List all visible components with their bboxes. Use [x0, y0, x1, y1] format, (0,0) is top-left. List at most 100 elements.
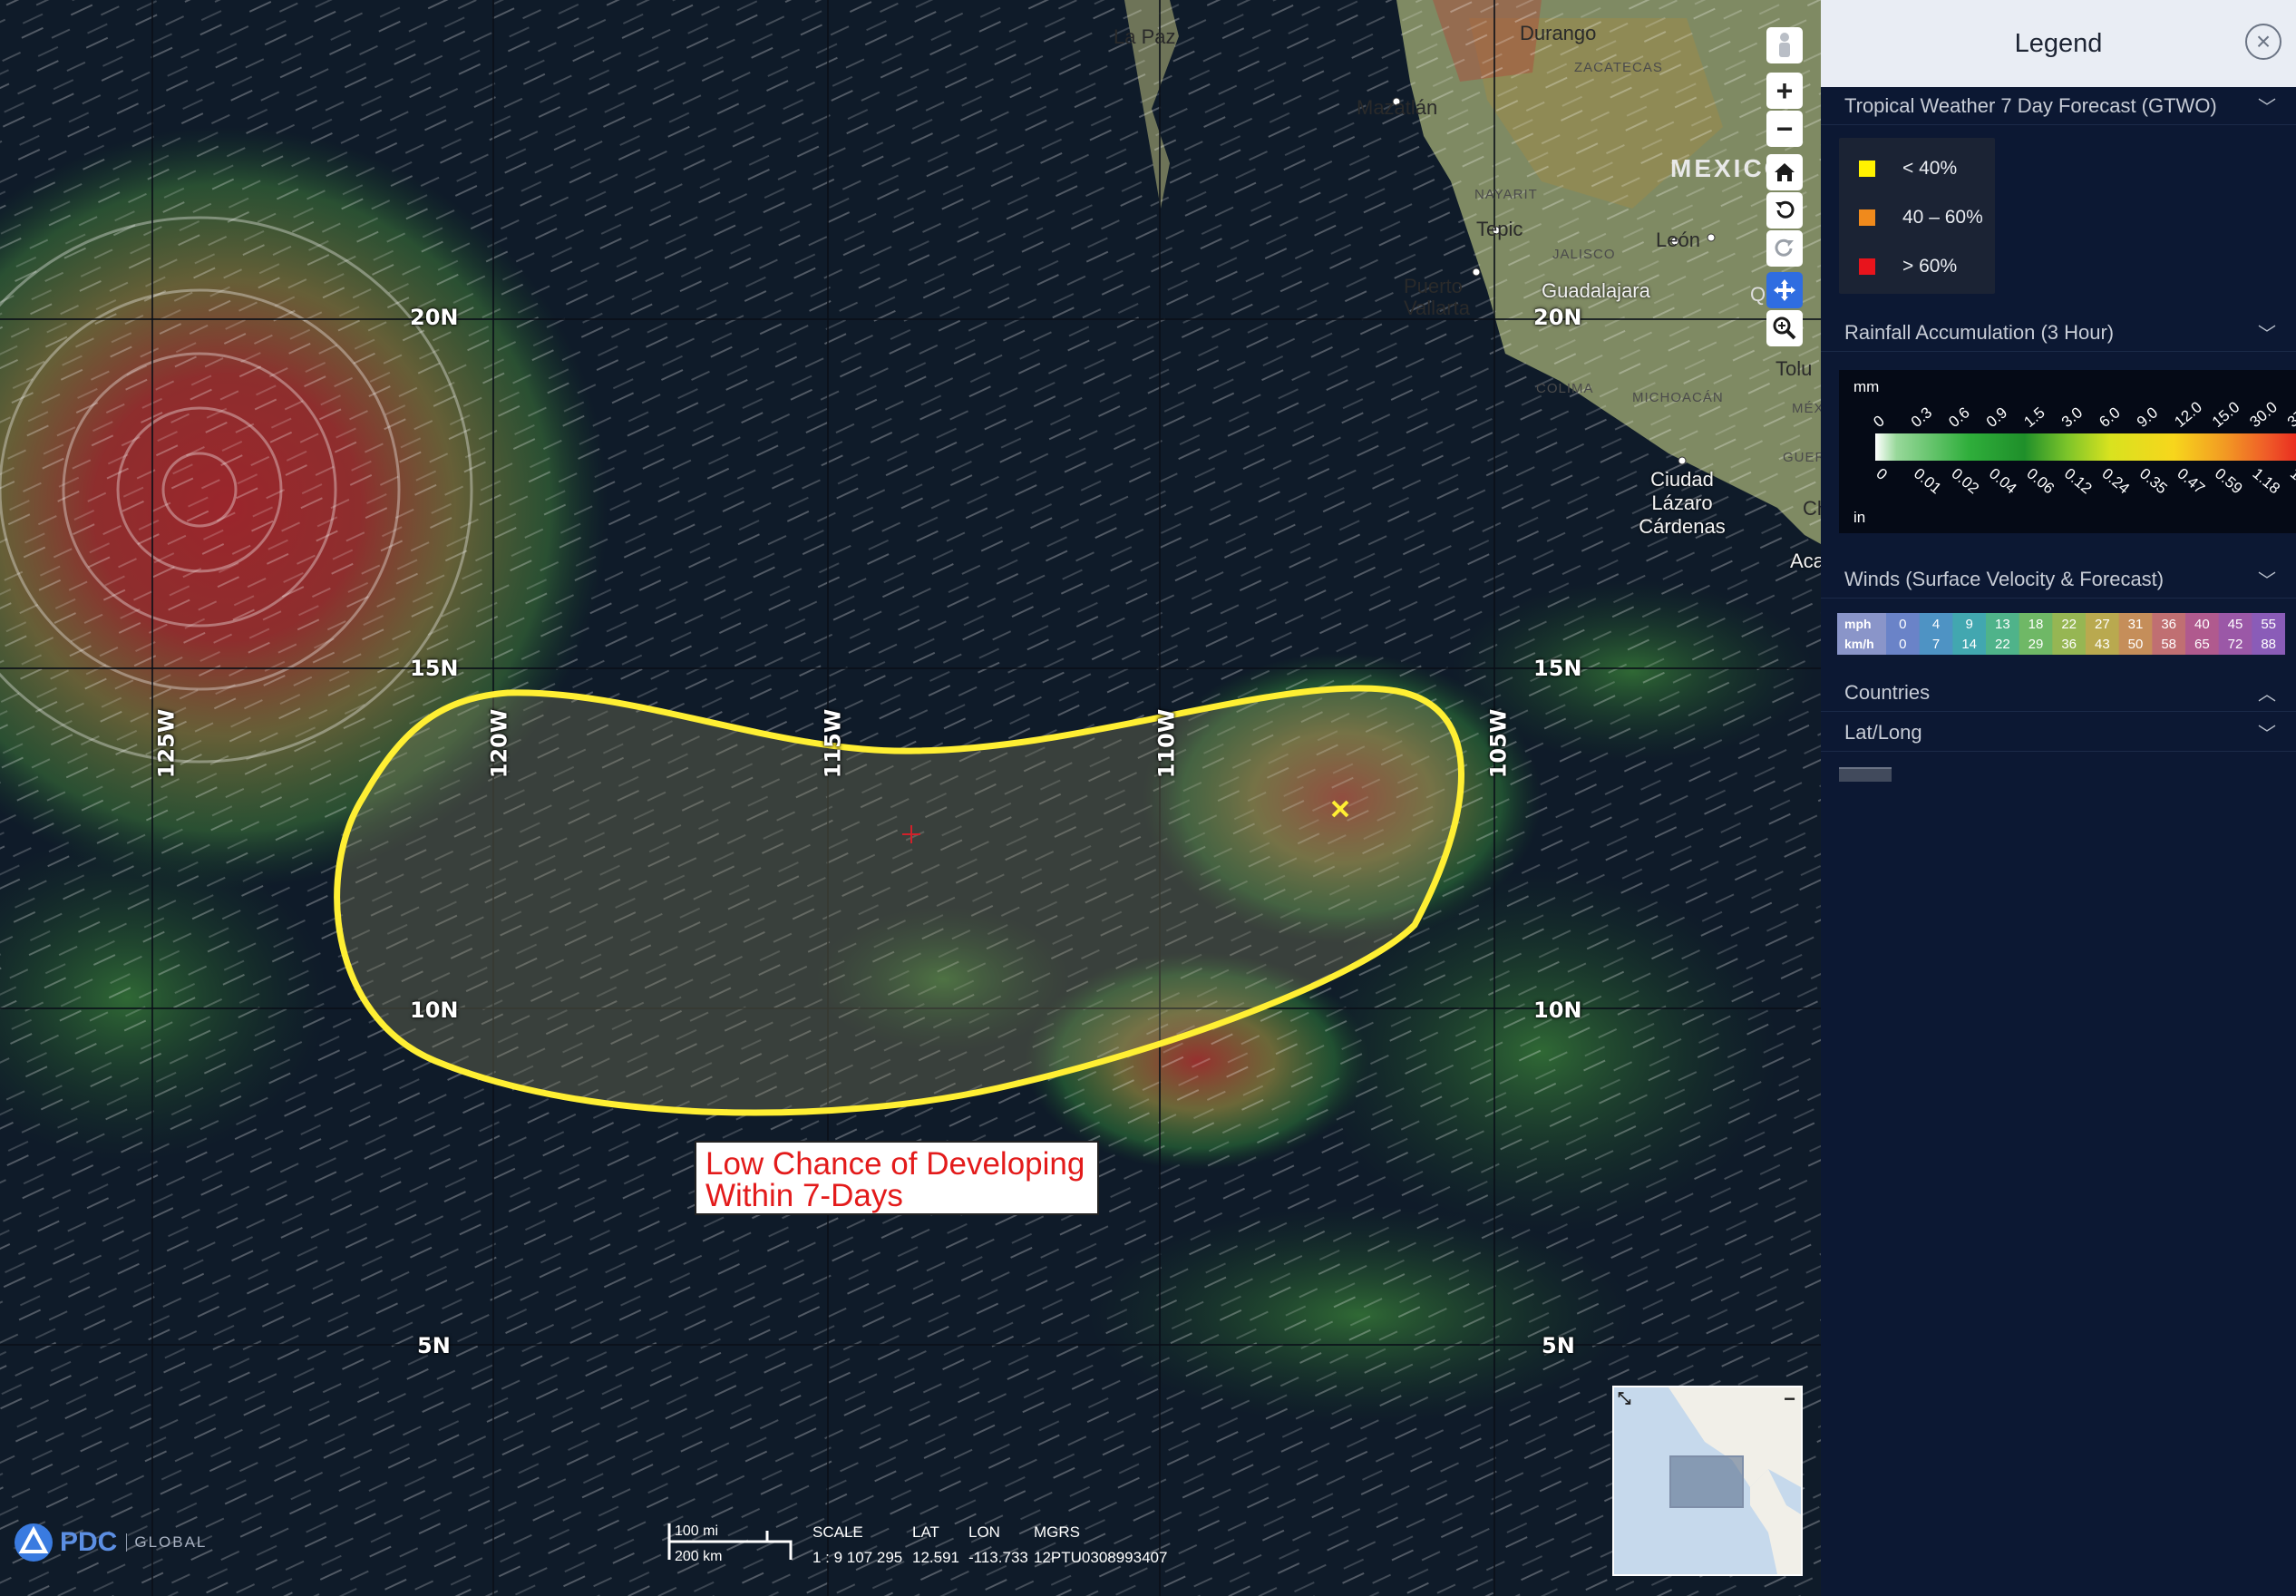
- place-zacatecas: ZACATECAS: [1574, 60, 1663, 75]
- wind-mph-value-9: 40: [2194, 617, 2210, 632]
- wind-kmh-value-9: 65: [2194, 637, 2210, 652]
- legend-header: Legend ×: [1821, 0, 2296, 87]
- status-scale-value: 1 : 9 107 295: [812, 1549, 903, 1566]
- zoom-out-button[interactable]: −: [1766, 111, 1803, 147]
- legend-section-latlong[interactable]: Lat/Long ﹀: [1821, 714, 2296, 752]
- overview-minimap[interactable]: ⤡ −: [1612, 1386, 1803, 1576]
- legend-section-rainfall[interactable]: Rainfall Accumulation (3 Hour) ﹀: [1821, 314, 2296, 352]
- rain-mm-tick-9: 15.0: [2209, 398, 2243, 431]
- lat-label-10n-west: 10N: [410, 998, 459, 1023]
- place-guerrero: GUER: [1783, 450, 1821, 465]
- rainfall-colorbar: mm 0 0.3 0.6 0.9 1.5 3.0 6.0 9.0 12.0 15.0 30.0 37.…: [1839, 370, 2296, 533]
- section-label: Tropical Weather 7 Day Forecast (GTWO): [1844, 93, 2217, 117]
- rain-in-tick-8: 0.47: [2174, 465, 2208, 498]
- legend-section-winds[interactable]: Winds (Surface Velocity & Forecast) ﹀: [1821, 560, 2296, 598]
- rain-mm-tick-4: 1.5: [2020, 404, 2048, 431]
- rain-in-tick-7: 0.35: [2136, 465, 2171, 498]
- legend-section-gtwo[interactable]: Tropical Weather 7 Day Forecast (GTWO) ﹀: [1821, 87, 2296, 125]
- section-label: Lat/Long: [1844, 720, 1922, 744]
- rain-in-tick-9: 0.59: [2212, 465, 2246, 498]
- gtwo-row-medium: 40 – 60%: [1859, 207, 1983, 229]
- chevron-down-icon[interactable]: ﹀: [2258, 566, 2276, 592]
- scale-km: 200 km: [675, 1549, 723, 1564]
- rain-unit-mm: mm: [1853, 378, 1879, 395]
- wind-mph-value-1: 4: [1932, 617, 1940, 632]
- wind-kmh-value-2: 14: [1961, 637, 1977, 652]
- rain-mm-tick-11: 37.5: [2284, 398, 2296, 431]
- wind-kmh-value-4: 29: [2028, 637, 2044, 652]
- place-mex: MÉX: [1792, 401, 1821, 416]
- place-lazaro-cardenas: Ciudad Lázaro Cárdenas: [1639, 468, 1726, 538]
- place-q: Q: [1750, 283, 1766, 306]
- place-michoacan: MICHOACÁN: [1632, 390, 1724, 405]
- status-header-scale: SCALE: [812, 1523, 863, 1541]
- chevron-up-icon[interactable]: ︿: [2258, 679, 2276, 706]
- gtwo-label-high: > 60%: [1902, 256, 1958, 277]
- wind-mph-value-5: 22: [2061, 617, 2077, 632]
- rain-in-tick-3: 0.04: [1986, 465, 2020, 498]
- rain-unit-in: in: [1853, 509, 1865, 526]
- gtwo-legend-box: < 40% 40 – 60% > 60%: [1839, 138, 1995, 294]
- lat-label-15n-east: 15N: [1533, 656, 1582, 681]
- pdc-logo-icon: [15, 1523, 53, 1562]
- section-label: Winds (Surface Velocity & Forecast): [1844, 567, 2165, 590]
- chevron-down-icon[interactable]: ﹀: [2258, 319, 2276, 345]
- lon-label-110w: 110W: [1153, 708, 1180, 779]
- place-mazatlan: Mazatlán: [1357, 96, 1438, 119]
- rotate-left-icon[interactable]: [1766, 192, 1803, 229]
- map-view[interactable]: 20N 20N 15N 15N 10N 10N 5N 5N 125W 120W …: [0, 0, 1821, 1596]
- minimap-collapse-icon[interactable]: −: [1784, 1387, 1795, 1411]
- wind-unit-kmh: km/h: [1844, 637, 1874, 651]
- gtwo-label-low: < 40%: [1902, 158, 1958, 179]
- gtwo-swatch-low: [1859, 161, 1875, 177]
- place-leon: León: [1656, 229, 1700, 251]
- wind-mph-value-2: 9: [1965, 617, 1972, 632]
- close-icon[interactable]: ×: [2245, 24, 2281, 60]
- rain-mm-tick-1: 0.3: [1908, 404, 1935, 431]
- wind-unit-mph: mph: [1844, 617, 1872, 631]
- wind-kmh-value-1: 7: [1932, 637, 1940, 652]
- rain-mm-tick-0: 0: [1870, 412, 1887, 431]
- home-icon[interactable]: [1766, 154, 1803, 190]
- status-header-lat: LAT: [912, 1523, 939, 1541]
- gtwo-row-high: > 60%: [1859, 256, 1957, 277]
- logo-sub: GLOBAL: [126, 1533, 207, 1552]
- rain-mm-tick-7: 9.0: [2134, 404, 2161, 431]
- place-toluca: Tolu: [1776, 357, 1813, 380]
- status-mgrs-value: 12PTU0308993407: [1034, 1549, 1168, 1566]
- pdc-global-logo: PDC GLOBAL: [13, 1522, 207, 1563]
- rain-in-tick-6: 0.24: [2098, 465, 2133, 498]
- rain-mm-tick-3: 0.9: [1983, 404, 2010, 431]
- rain-mm-tick-10: 30.0: [2246, 398, 2281, 431]
- lat-label-5n-east: 5N: [1542, 1333, 1575, 1358]
- rain-mm-tick-5: 3.0: [2058, 404, 2086, 431]
- lat-label-15n-west: 15N: [410, 656, 459, 681]
- zoom-in-button[interactable]: +: [1766, 73, 1803, 109]
- rain-in-tick-10: 1.18: [2249, 465, 2283, 498]
- gtwo-label-medium: 40 – 60%: [1902, 207, 1983, 228]
- place-tepic: Tepic: [1476, 218, 1523, 240]
- wind-mph-value-3: 13: [1995, 617, 2010, 632]
- section-label: Countries: [1844, 680, 1931, 704]
- latlong-line-swatch: [1839, 767, 1892, 782]
- lat-label-5n-west: 5N: [417, 1333, 451, 1358]
- pan-icon[interactable]: [1766, 272, 1803, 308]
- minimap-expand-icon[interactable]: ⤡: [1618, 1389, 1630, 1408]
- wind-mph-value-8: 36: [2161, 617, 2176, 632]
- chevron-down-icon[interactable]: ﹀: [2258, 92, 2276, 119]
- place-durango: Durango: [1520, 22, 1597, 44]
- place-acapulco: Aca: [1790, 550, 1821, 572]
- wind-color-cells: [1886, 613, 2286, 655]
- zoom-box-icon[interactable]: [1766, 310, 1803, 346]
- wind-kmh-value-6: 43: [2095, 637, 2110, 652]
- rotate-right-icon[interactable]: [1766, 230, 1803, 267]
- legend-section-countries[interactable]: Countries ︿: [1821, 674, 2296, 712]
- chevron-down-icon[interactable]: ﹀: [2258, 719, 2276, 745]
- rain-in-tick-0: 0: [1873, 465, 1890, 484]
- rain-mm-tick-6: 6.0: [2096, 404, 2123, 431]
- rain-in-tick-11: 1.48: [2287, 465, 2296, 498]
- person-icon[interactable]: [1766, 27, 1803, 63]
- lon-label-120w: 120W: [486, 708, 512, 779]
- wind-mph-value-7: 31: [2128, 617, 2144, 632]
- status-lat-value: 12.591: [912, 1549, 959, 1566]
